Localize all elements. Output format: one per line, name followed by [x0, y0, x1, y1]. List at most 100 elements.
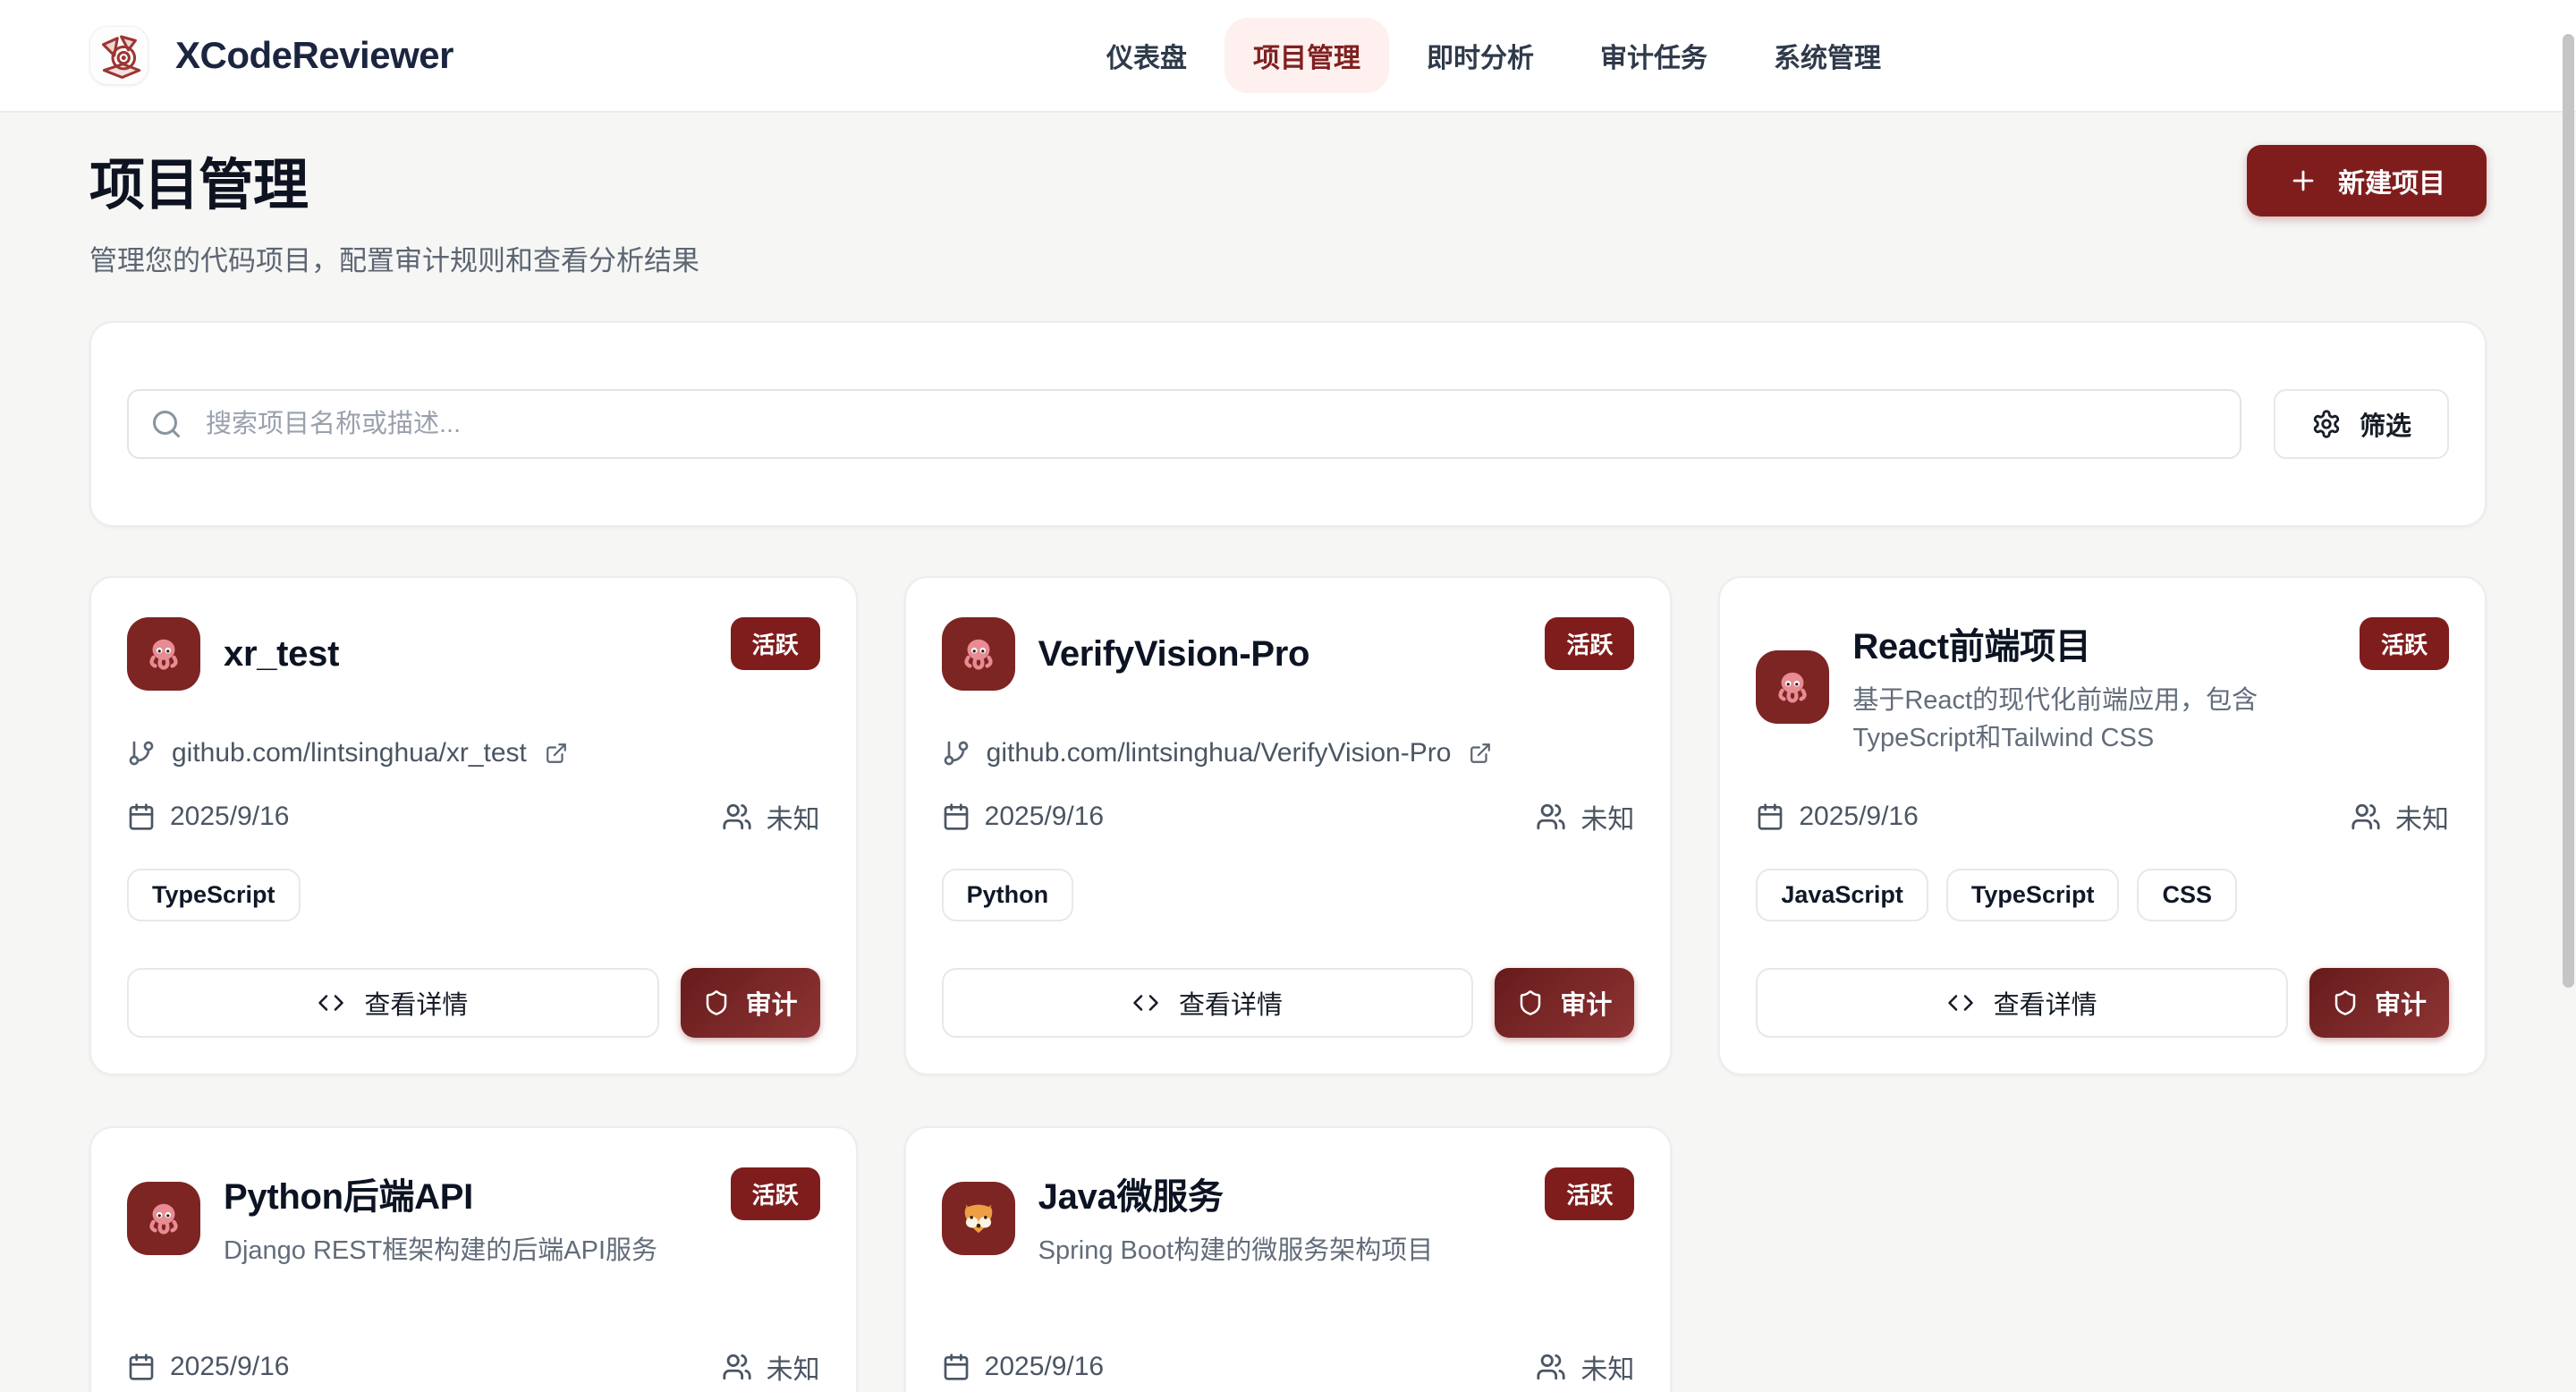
created-date: 2025/9/16	[985, 802, 1104, 832]
calendar-icon	[127, 802, 156, 831]
audit-label: 审计	[2375, 984, 2427, 1022]
members-value: 未知	[767, 1347, 820, 1387]
fox-emoji-icon	[958, 1198, 999, 1239]
project-card: xr_test 活跃 github.com/lintsinghua/xr_tes…	[89, 576, 858, 1075]
main-content: 项目管理 管理您的代码项目，配置审计规则和查看分析结果 新建项目 筛选	[0, 113, 2576, 1392]
view-details-button[interactable]: 查看详情	[127, 968, 659, 1038]
project-grid: xr_test 活跃 github.com/lintsinghua/xr_tes…	[89, 576, 2487, 1392]
nav-item-projects[interactable]: 项目管理	[1224, 18, 1389, 93]
card-bottom: 2025/9/16 未知 Python SQL 查看详情	[127, 1347, 820, 1392]
language-tags: JavaScript TypeScript CSS	[1756, 869, 2449, 921]
meta-row: 2025/9/16 未知	[942, 1347, 1635, 1387]
git-branch-icon	[942, 739, 970, 768]
vertical-scrollbar[interactable]	[2563, 34, 2574, 988]
new-project-label: 新建项目	[2338, 161, 2445, 200]
project-description: Django REST框架构建的后端API服务	[224, 1232, 691, 1269]
view-details-label: 查看详情	[1179, 984, 1283, 1022]
code-icon	[1947, 989, 1974, 1016]
card-header: React前端项目 基于React的现代化前端应用，包含TypeScript和T…	[1756, 617, 2449, 757]
members-value: 未知	[1580, 797, 1634, 836]
nav-item-instant-analysis[interactable]: 即时分析	[1398, 18, 1563, 93]
page-subtitle: 管理您的代码项目，配置审计规则和查看分析结果	[89, 238, 699, 278]
card-actions: 查看详情 审计	[127, 968, 820, 1038]
card-actions: 查看详情 审计	[1756, 968, 2449, 1038]
meta-row: 2025/9/16 未知	[942, 797, 1635, 836]
new-project-button[interactable]: 新建项目	[2247, 145, 2487, 216]
language-tags: TypeScript	[127, 869, 820, 921]
meta-row: 2025/9/16 未知	[127, 1347, 820, 1387]
external-link-icon	[545, 742, 568, 765]
nav-item-system-admin[interactable]: 系统管理	[1745, 18, 1910, 93]
repo-url: github.com/lintsinghua/VerifyVision-Pro	[987, 738, 1452, 768]
search-field-wrap	[127, 389, 2241, 459]
project-card: Java微服务 Spring Boot构建的微服务架构项目 活跃 2025/9/…	[904, 1126, 1673, 1392]
project-avatar	[942, 617, 1015, 691]
project-name: xr_test	[224, 634, 691, 675]
status-badge: 活跃	[1545, 617, 1634, 670]
project-name: VerifyVision-Pro	[1038, 634, 1506, 675]
audit-button[interactable]: 审计	[1495, 968, 1634, 1038]
view-details-button[interactable]: 查看详情	[1756, 968, 2288, 1038]
octopus-emoji-icon	[143, 1198, 184, 1239]
project-description: 基于React的现代化前端应用，包含TypeScript和Tailwind CS…	[1852, 682, 2320, 757]
external-link-icon	[1469, 742, 1492, 765]
created-date: 2025/9/16	[170, 1352, 289, 1382]
project-avatar	[127, 1182, 200, 1255]
language-tag: TypeScript	[1946, 869, 2120, 921]
plus-icon	[2288, 166, 2318, 196]
card-actions: 查看详情 审计	[942, 968, 1635, 1038]
view-details-button[interactable]: 查看详情	[942, 968, 1474, 1038]
nav-item-audit-tasks[interactable]: 审计任务	[1572, 18, 1736, 93]
card-header: xr_test 活跃	[127, 617, 820, 691]
card-bottom: 2025/9/16 未知 JavaScript TypeScript CSS 查	[1756, 797, 2449, 1038]
language-tags: Python	[942, 869, 1635, 921]
repo-link[interactable]: github.com/lintsinghua/VerifyVision-Pro	[942, 738, 1635, 768]
search-input[interactable]	[127, 389, 2241, 459]
gear-icon	[2311, 409, 2342, 439]
repo-url: github.com/lintsinghua/xr_test	[172, 738, 527, 768]
members-value: 未知	[1580, 1347, 1634, 1387]
calendar-icon	[127, 1353, 156, 1381]
octopus-emoji-icon	[1772, 666, 1813, 708]
view-details-label: 查看详情	[1994, 984, 2097, 1022]
filter-button[interactable]: 筛选	[2274, 389, 2449, 459]
project-name: React前端项目	[1852, 617, 2320, 669]
project-avatar	[1756, 650, 1829, 724]
members-value: 未知	[767, 797, 820, 836]
project-card: VerifyVision-Pro 活跃 github.com/lintsingh…	[904, 576, 1673, 1075]
meta-row: 2025/9/16 未知	[127, 797, 820, 836]
nav-item-dashboard[interactable]: 仪表盘	[1078, 18, 1216, 93]
meta-row: 2025/9/16 未知	[1756, 797, 2449, 836]
main-nav: 仪表盘 项目管理 即时分析 审计任务 系统管理	[1078, 18, 1910, 93]
page-header: 项目管理 管理您的代码项目，配置审计规则和查看分析结果 新建项目	[89, 140, 2487, 278]
calendar-icon	[1756, 802, 1784, 831]
shield-icon	[1517, 989, 1544, 1016]
audit-button[interactable]: 审计	[681, 968, 820, 1038]
top-navbar: XCodeReviewer 仪表盘 项目管理 即时分析 审计任务 系统管理	[0, 0, 2576, 113]
shield-icon	[703, 989, 730, 1016]
shield-icon	[2332, 989, 2359, 1016]
calendar-icon	[942, 1353, 970, 1381]
page-title: 项目管理	[89, 140, 699, 220]
audit-button[interactable]: 审计	[2309, 968, 2449, 1038]
card-bottom: 2025/9/16 未知 Java XML 查看详情	[942, 1347, 1635, 1392]
users-icon	[2351, 802, 2381, 832]
project-avatar	[127, 617, 200, 691]
users-icon	[1536, 1352, 1566, 1382]
card-bottom: github.com/lintsinghua/xr_test 2025/9/16…	[127, 738, 820, 1038]
audit-label: 审计	[1560, 984, 1612, 1022]
project-name: Python后端API	[224, 1167, 691, 1219]
git-branch-icon	[127, 739, 156, 768]
filter-label: 筛选	[2360, 405, 2411, 443]
card-bottom: github.com/lintsinghua/VerifyVision-Pro …	[942, 738, 1635, 1038]
language-tag: Python	[942, 869, 1074, 921]
view-details-label: 查看详情	[364, 984, 468, 1022]
search-icon	[150, 408, 182, 440]
created-date: 2025/9/16	[1799, 802, 1918, 832]
octopus-emoji-icon	[143, 633, 184, 675]
brand-title: XCodeReviewer	[175, 34, 453, 77]
repo-link[interactable]: github.com/lintsinghua/xr_test	[127, 738, 820, 768]
project-card: React前端项目 基于React的现代化前端应用，包含TypeScript和T…	[1718, 576, 2487, 1075]
created-date: 2025/9/16	[170, 802, 289, 832]
status-badge: 活跃	[1545, 1167, 1634, 1220]
